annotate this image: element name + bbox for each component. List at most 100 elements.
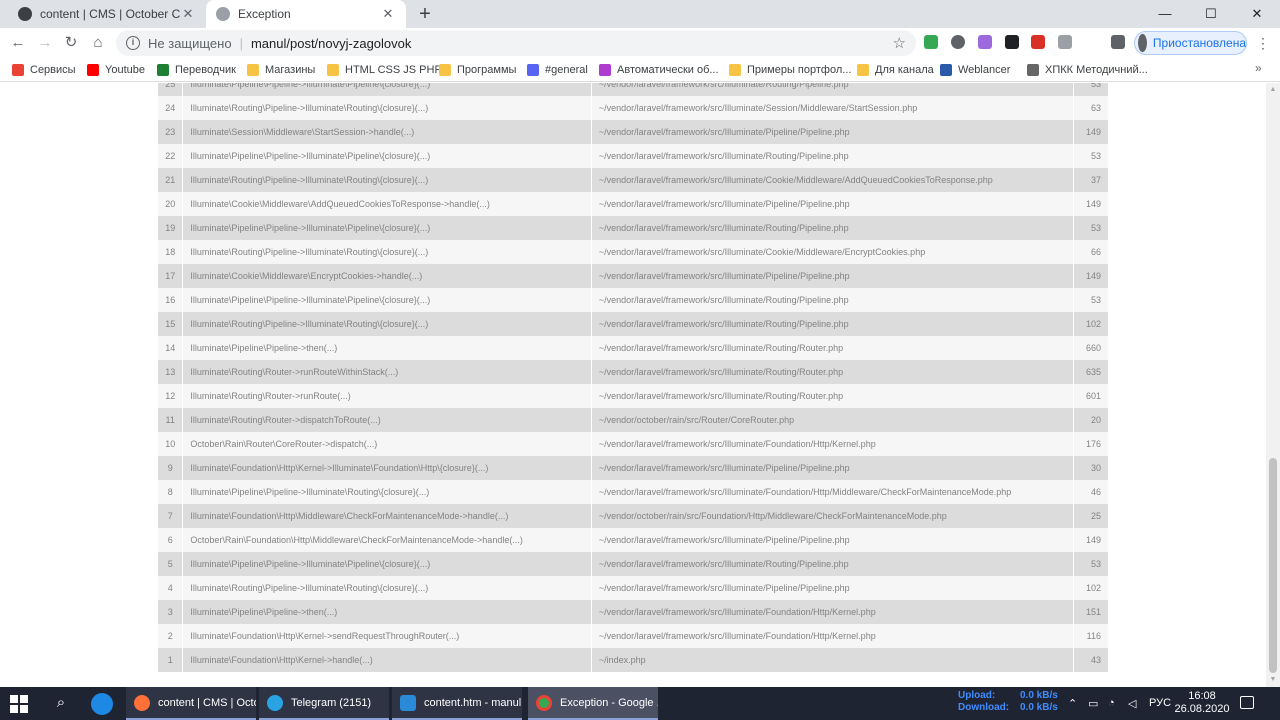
trace-frame-number: 19 — [158, 216, 184, 240]
close-window-button[interactable]: ✕ — [1234, 0, 1280, 28]
bookmark-shops[interactable]: Магазины — [247, 62, 315, 78]
trace-file-path: ~/vendor/laravel/framework/src/Illuminat… — [591, 144, 1074, 168]
trace-row: 7 Illuminate\Foundation\Http\Middleware\C… — [158, 504, 1108, 528]
scroll-down-arrow-icon[interactable]: ▼ — [1266, 673, 1280, 687]
bookmark-hpkk[interactable]: ХПКК Методичний... — [1027, 62, 1148, 78]
trace-call: Illuminate\Foundation\Http\Kernel->sendR… — [182, 624, 592, 648]
minimize-button[interactable]: — — [1142, 0, 1188, 28]
search-icon[interactable]: ⌕ — [52, 694, 70, 712]
volume-icon[interactable]: ◁ — [1128, 697, 1136, 710]
trace-call: Illuminate\Routing\Pipeline->Illuminate\… — [182, 240, 592, 264]
bookmark-label: Примеры портфол... — [747, 64, 852, 76]
tab-october-cms[interactable]: content | CMS | October CMS ✕ — [8, 0, 206, 28]
folder-icon — [729, 64, 741, 76]
vscode-icon — [400, 694, 416, 711]
firefox-icon — [134, 694, 150, 711]
tray-overflow-icon[interactable]: ⌃ — [1068, 697, 1077, 710]
info-icon[interactable]: i — [126, 36, 140, 50]
forward-button[interactable]: → — [35, 33, 55, 53]
taskbar-firefox[interactable]: content | CMS | Octo... — [126, 687, 256, 720]
taskbar-vscode[interactable]: content.htm - manul... — [392, 687, 522, 720]
more-menu-icon[interactable]: ⋮ — [1256, 33, 1270, 53]
bookmark-weblancer[interactable]: Weblancer — [940, 62, 1010, 78]
trace-line-number: 660 — [1073, 336, 1108, 360]
bookmark-auto[interactable]: Автоматически об... — [599, 62, 719, 78]
trace-file-path: ~/index.php — [591, 648, 1074, 672]
move-extension-icon[interactable] — [951, 35, 965, 49]
pen-extension-icon[interactable] — [978, 35, 992, 49]
tab-exception[interactable]: Exception ✕ — [206, 0, 406, 28]
battery-icon[interactable]: ▭ — [1088, 697, 1098, 710]
scrollbar-thumb[interactable] — [1269, 458, 1277, 673]
bookmarks-overflow-button[interactable]: » — [1255, 61, 1262, 75]
trace-row: 18 Illuminate\Routing\Pipeline->Illuminat… — [158, 240, 1108, 264]
trace-line-number: 116 — [1073, 624, 1108, 648]
clock[interactable]: 16:08 26.08.2020 — [1172, 690, 1232, 716]
trace-call: October\Rain\Router\CoreRouter->dispatch… — [182, 432, 592, 456]
close-tab-icon[interactable]: ✕ — [380, 6, 396, 22]
shield-extension-icon[interactable] — [924, 35, 938, 49]
download-value: 0.0 kB/s — [1020, 702, 1058, 713]
dark-extension-icon[interactable] — [1005, 35, 1019, 49]
trace-call: Illuminate\Foundation\Http\Kernel->handl… — [182, 648, 592, 672]
close-tab-icon[interactable]: ✕ — [180, 6, 196, 22]
scroll-up-arrow-icon[interactable]: ▲ — [1266, 83, 1280, 97]
wifi-icon[interactable]: ◔ — [1108, 697, 1115, 709]
trace-line-number: 601 — [1073, 384, 1108, 408]
stack-trace-table: 25 Illuminate\Pipeline\Pipeline->Illumina… — [158, 83, 1108, 672]
color-extension-icon[interactable] — [1031, 35, 1045, 49]
bookmark-channel[interactable]: Для канала — [857, 62, 934, 78]
trace-call: Illuminate\Pipeline\Pipeline->Illuminate… — [182, 144, 592, 168]
trace-row: 22 Illuminate\Pipeline\Pipeline->Illumina… — [158, 144, 1108, 168]
bookmark-label: Weblancer — [958, 64, 1011, 76]
bookmark-portfolio[interactable]: Примеры портфол... — [729, 62, 851, 78]
url-text[interactable]: manul/post/novyj-zagolovok — [251, 36, 411, 51]
profile-status: Приостановлена — [1152, 36, 1246, 50]
bookmark-label: Магазины — [265, 64, 316, 76]
trace-file-path: ~/vendor/laravel/framework/src/Illuminat… — [591, 360, 1074, 384]
new-tab-button[interactable]: + — [414, 3, 436, 25]
bookmark-services[interactable]: Сервисы — [12, 62, 76, 78]
bookmark-programs[interactable]: Программы — [439, 62, 516, 78]
bookmark-star-icon[interactable]: ☆ — [893, 34, 906, 52]
vertical-scrollbar[interactable]: ▲ ▼ — [1266, 83, 1280, 687]
taskbar-chrome[interactable]: Exception - Google ... — [528, 687, 658, 720]
tab-label: Exception — [238, 7, 291, 21]
bookmark-html-css-js-php[interactable]: HTML CSS JS PHP — [327, 62, 442, 78]
trace-frame-number: 15 — [158, 312, 184, 336]
bookmark-label: Программы — [457, 64, 517, 76]
pinned-app-icon[interactable] — [91, 693, 113, 715]
home-button[interactable]: ⌂ — [88, 33, 108, 53]
trace-row: 2 Illuminate\Foundation\Http\Kernel->send… — [158, 624, 1108, 648]
puzzle-extensions-icon[interactable] — [1111, 35, 1125, 49]
bookmark-general[interactable]: #general — [527, 62, 588, 78]
taskbar-telegram[interactable]: Telegram (2151) — [259, 687, 389, 720]
browser-toolbar: ← → ↻ ⌂ i Не защищено | manul/post/novyj… — [0, 28, 1280, 58]
trace-row: 3 Illuminate\Pipeline\Pipeline->then(...)… — [158, 600, 1108, 624]
bookmark-youtube[interactable]: Youtube — [87, 62, 145, 78]
trace-frame-number: 11 — [158, 408, 184, 432]
trace-line-number: 66 — [1073, 240, 1108, 264]
trace-file-path: ~/vendor/laravel/framework/src/Illuminat… — [591, 240, 1074, 264]
bookmark-label: ХПКК Методичний... — [1045, 64, 1148, 76]
translator-icon — [157, 64, 169, 76]
profile-button[interactable]: Приостановлена — [1134, 31, 1247, 55]
trace-call: October\Rain\Foundation\Http\Middleware\… — [182, 528, 592, 552]
notifications-icon[interactable] — [1240, 696, 1254, 709]
trace-frame-number: 1 — [158, 648, 184, 672]
trace-row: 11 Illuminate\Routing\Router->dispatchToR… — [158, 408, 1108, 432]
discord-icon — [527, 64, 539, 76]
back-button[interactable]: ← — [8, 33, 28, 53]
windows-start-icon[interactable] — [10, 695, 28, 713]
trace-call: Illuminate\Routing\Router->runRoute(...) — [182, 384, 592, 408]
trace-file-path: ~/vendor/laravel/framework/src/Illuminat… — [591, 624, 1074, 648]
reload-button[interactable]: ↻ — [61, 33, 81, 53]
image-extension-icon[interactable] — [1058, 35, 1072, 49]
trace-line-number: 149 — [1073, 528, 1108, 552]
apps-grid-icon — [12, 64, 24, 76]
clock-time: 16:08 — [1188, 690, 1216, 702]
maximize-button[interactable]: ☐ — [1188, 0, 1234, 28]
address-bar[interactable]: i Не защищено | manul/post/novyj-zagolov… — [116, 30, 916, 56]
language-indicator[interactable]: РУС — [1149, 697, 1171, 709]
bookmark-translator[interactable]: Переводчик — [157, 62, 236, 78]
